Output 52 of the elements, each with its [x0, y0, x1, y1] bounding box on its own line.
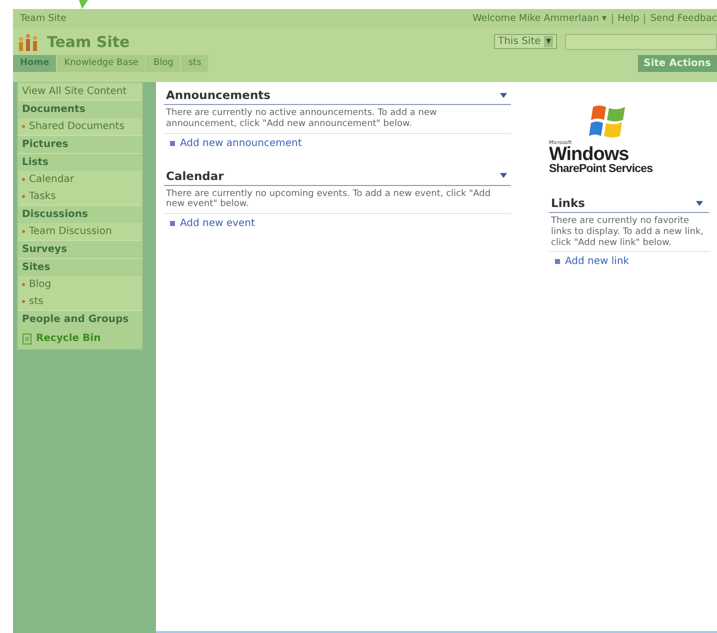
nav-heading[interactable]: Discussions [18, 205, 142, 223]
add-link[interactable]: Add new link [565, 256, 630, 268]
bullet-icon [22, 125, 25, 128]
nav-tab[interactable]: Blog [146, 55, 182, 72]
web-part-message: There are currently no active announcements. To add a new announcement, click "Add new announcement" below. [164, 105, 511, 134]
nav-heading[interactable]: Sites [18, 258, 142, 276]
nav-heading[interactable]: Pictures [18, 135, 142, 153]
header-link[interactable]: Send Feedbac [650, 13, 717, 24]
nav-heading[interactable]: Lists [18, 153, 142, 171]
scope-dropdown[interactable]: This Site ▾ [494, 34, 557, 49]
web-part-title: Announcements [166, 88, 270, 102]
nav-tab[interactable]: Home [13, 55, 58, 72]
web-part-title: Calendar [166, 168, 224, 183]
web-part-title: Links [551, 196, 585, 210]
nav-link[interactable]: Team Discussion [29, 226, 112, 237]
view-all-link[interactable]: View All Site Content [18, 83, 142, 100]
windows-flag-icon [589, 104, 627, 140]
nav-heading[interactable]: Surveys [18, 240, 142, 258]
bullet-icon [22, 283, 25, 286]
recycle-bin-icon [22, 332, 32, 344]
logo-product: Windows [549, 146, 629, 164]
nav-link[interactable]: Shared Documents [29, 121, 124, 132]
search-field[interactable] [565, 34, 717, 50]
bullet-icon [22, 178, 25, 181]
web-part-message: There are currently no upcoming events. To add a new event, click "Add new event" below. [164, 186, 511, 214]
add-bullet-icon [170, 140, 175, 146]
nav-link[interactable]: Tasks [29, 191, 56, 202]
logo-subtitle: SharePoint Services [549, 163, 654, 176]
site-title[interactable]: Team Site [47, 32, 130, 50]
dropdown-caret-icon[interactable] [500, 92, 507, 98]
nav-link[interactable]: sts [29, 296, 44, 307]
nav-heading[interactable]: Documents [18, 100, 142, 118]
nav-tab[interactable]: Knowledge Base [57, 55, 146, 72]
add-bullet-icon [170, 221, 175, 226]
bullet-icon [22, 230, 25, 233]
bullet-icon [22, 195, 25, 198]
add-link[interactable]: Add new announcement [180, 138, 302, 149]
nav-tab[interactable]: sts [181, 55, 210, 72]
dropdown-caret-icon[interactable] [696, 200, 703, 206]
dropdown-caret-icon[interactable] [500, 173, 507, 178]
people-logo-icon [17, 32, 39, 50]
header-link[interactable]: Help [618, 13, 640, 24]
web-part-message: There are currently no favorite links to display. To add a new link, click "Add new link" below. [549, 213, 709, 252]
nav-heading[interactable]: People and Groups [18, 310, 142, 328]
add-link[interactable]: Add new event [180, 218, 255, 230]
welcome-menu[interactable]: Welcome Mike Ammerlaan ▾ [472, 13, 607, 24]
add-bullet-icon [555, 259, 560, 264]
breadcrumb-link[interactable]: Team Site [20, 13, 66, 24]
site-actions-button[interactable]: Site Actions [638, 55, 717, 72]
nav-link[interactable]: Blog [29, 279, 52, 290]
bullet-icon [22, 300, 25, 303]
nav-link[interactable]: Calendar [29, 174, 74, 185]
